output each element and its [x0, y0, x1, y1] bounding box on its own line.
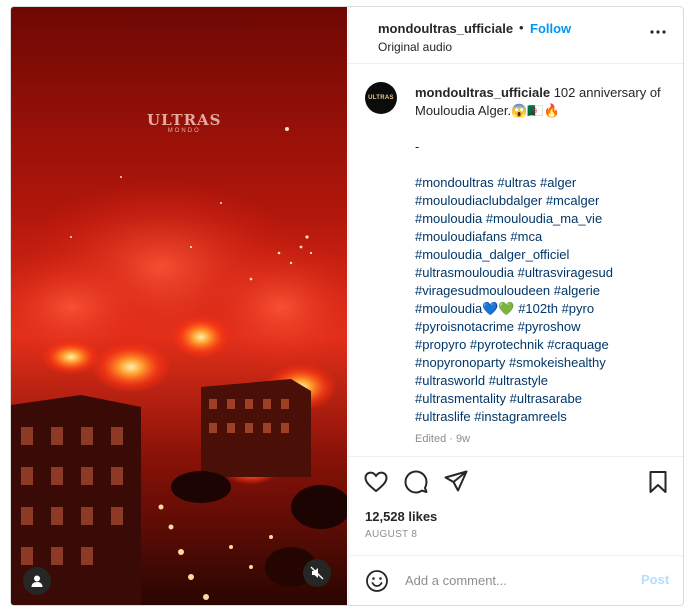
caption-first-line: mondoultras_ufficiale 102 anniversary of… — [415, 84, 670, 120]
hashtag-line[interactable]: #mouloudiafans #mca — [415, 228, 670, 246]
header-separator: • — [519, 20, 524, 35]
hashtag-line[interactable]: #mouloudia #mouloudia_ma_vie — [415, 210, 670, 228]
post-dialog: ULTRAS MONDO mondoultras_ufficiale • Fol… — [10, 6, 684, 606]
hashtag-line[interactable]: #pyroisnotacrime #pyroshow — [415, 318, 670, 336]
caption-dash: - — [415, 139, 420, 154]
emoji-smile-icon[interactable] — [365, 569, 389, 593]
audio-link[interactable]: Original audio — [378, 40, 452, 54]
pyro-scene-image — [11, 7, 347, 605]
hashtag-line[interactable]: #ultrasmouloudia #ultrasviragesud — [415, 264, 670, 282]
post-header: mondoultras_ufficiale • Follow Original … — [349, 7, 683, 64]
mute-toggle-button[interactable] — [303, 559, 331, 587]
post-comment-button[interactable]: Post — [641, 572, 669, 587]
post-side-panel: mondoultras_ufficiale • Follow Original … — [348, 7, 683, 605]
comment-bar: Post — [349, 555, 683, 605]
paper-plane-icon[interactable] — [443, 469, 469, 495]
hashtag-line[interactable]: #mouloudia_dalger_officiel — [415, 246, 670, 264]
heart-icon[interactable] — [363, 469, 389, 495]
hashtag-line[interactable]: #ultrasmentality #ultrasarabe — [415, 390, 670, 408]
hashtag-list: #mondoultras #ultras #alger #mouloudiacl… — [415, 174, 670, 426]
user-silhouette-icon — [31, 575, 43, 587]
post-date: AUGUST 8 — [365, 529, 418, 540]
bookmark-icon[interactable] — [645, 469, 671, 495]
likes-count[interactable]: 12,528 likes — [365, 509, 437, 524]
hashtag-line[interactable]: #ultrasworld #ultrastyle — [415, 372, 670, 390]
more-options-icon[interactable] — [649, 29, 667, 35]
caption-area: ULTRAS mondoultras_ufficiale 102 anniver… — [349, 64, 683, 456]
post-actions: 12,528 likes AUGUST 8 — [349, 456, 683, 555]
follow-button[interactable]: Follow — [530, 21, 571, 36]
hashtag-line[interactable]: #mouloudia💙💚 #102th #pyro — [415, 300, 670, 318]
comment-bubble-icon[interactable] — [403, 469, 429, 495]
hashtag-line[interactable]: #mondoultras #ultras #alger — [415, 174, 670, 192]
caption-username[interactable]: mondoultras_ufficiale — [415, 85, 550, 100]
hashtag-line[interactable]: #mouloudiaclubdalger #mcalger — [415, 192, 670, 210]
avatar[interactable]: ULTRAS — [365, 82, 397, 114]
edited-timestamp: Edited · 9w — [415, 433, 471, 445]
caption-text: mondoultras_ufficiale 102 anniversary of… — [415, 84, 670, 448]
hashtag-line[interactable]: #ultraslife #instagramreels — [415, 408, 670, 426]
tagged-users-button[interactable] — [23, 567, 51, 595]
hashtag-line[interactable]: #propyro #pyrotechnik #craquage — [415, 336, 670, 354]
ultras-mondo-watermark: ULTRAS MONDO — [147, 111, 222, 134]
header-username[interactable]: mondoultras_ufficiale — [378, 21, 513, 36]
watermark-main: ULTRAS — [147, 111, 222, 129]
hashtag-line[interactable]: #viragesudmouloudeen #algerie — [415, 282, 670, 300]
comment-input[interactable] — [405, 570, 635, 590]
post-video[interactable]: ULTRAS MONDO — [11, 7, 347, 605]
speaker-muted-icon — [310, 566, 324, 580]
hashtag-line[interactable]: #nopyronoparty #smokeishealthy — [415, 354, 670, 372]
